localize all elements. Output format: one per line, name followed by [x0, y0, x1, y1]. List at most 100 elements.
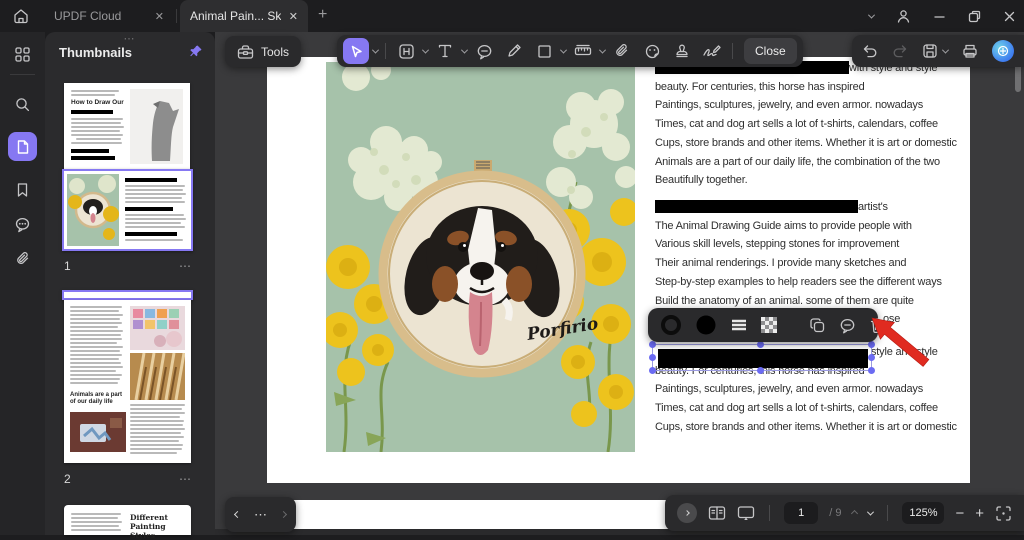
- sticker-tool-button[interactable]: [639, 38, 665, 64]
- resize-handle[interactable]: [757, 341, 764, 348]
- undo-icon[interactable]: [862, 44, 878, 58]
- prev-page-icon[interactable]: [234, 511, 241, 518]
- panel-title: Thumbnails: [59, 45, 132, 60]
- redo-icon[interactable]: [892, 44, 908, 58]
- thumbnail-page1-selected[interactable]: [62, 169, 193, 251]
- chevron-down-icon[interactable]: [599, 46, 606, 53]
- tools-label: Tools: [261, 45, 289, 59]
- ai-assistant-button[interactable]: [992, 40, 1014, 62]
- fill-color-swatch[interactable]: [695, 314, 717, 336]
- dog-sketch: [130, 89, 183, 164]
- chevron-down-icon[interactable]: [461, 46, 468, 53]
- attachment-icon[interactable]: [8, 244, 37, 273]
- sidebar-item-thumbnails[interactable]: [8, 132, 37, 161]
- close-tab-icon[interactable]: ✕: [155, 10, 164, 23]
- pin-icon[interactable]: [189, 44, 203, 59]
- chevron-down-icon[interactable]: [942, 46, 949, 53]
- close-window-button[interactable]: [1003, 10, 1016, 23]
- thumb-heading: Animals are a part of our daily life: [70, 392, 126, 406]
- page-layout-icon[interactable]: [708, 505, 726, 521]
- redaction-bar-selected[interactable]: [658, 349, 868, 368]
- annotation-format-bar: [648, 308, 878, 342]
- embroidery-photo: Porfirio: [326, 62, 635, 452]
- measure-tool-button[interactable]: [570, 38, 596, 64]
- duplicate-icon[interactable]: [809, 317, 826, 334]
- comment-icon[interactable]: [839, 317, 856, 334]
- line-thickness-button[interactable]: [730, 318, 748, 332]
- more-icon[interactable]: ⋯: [179, 472, 192, 486]
- attach-tool-button[interactable]: [609, 38, 635, 64]
- more-icon[interactable]: ⋯: [179, 259, 192, 273]
- next-page-button[interactable]: [867, 508, 874, 515]
- header-tool-button[interactable]: [393, 38, 419, 64]
- page-total: / 9: [829, 507, 841, 519]
- collapse-bar-icon[interactable]: [677, 503, 697, 523]
- shape-tool-button[interactable]: [531, 38, 557, 64]
- minimize-button[interactable]: [933, 10, 946, 23]
- thumbnail-page2-viewport[interactable]: [62, 290, 193, 300]
- resize-handle[interactable]: [649, 354, 656, 361]
- pdf-page-1: Porfirio with style and style beauty. Fo…: [267, 57, 970, 483]
- text-tool-button[interactable]: [432, 38, 458, 64]
- thumbnail-page3[interactable]: Different Painting Styles: [64, 505, 191, 535]
- selected-redaction[interactable]: [652, 344, 872, 371]
- resize-handle[interactable]: [649, 341, 656, 348]
- previous-page-button[interactable]: [851, 509, 858, 516]
- zoom-level-input[interactable]: 125%: [902, 502, 944, 524]
- new-tab-button[interactable]: +: [318, 6, 327, 24]
- chevron-down-icon[interactable]: [868, 11, 875, 18]
- bookmark-icon[interactable]: [8, 175, 37, 204]
- page-nav-bar: ⋯: [225, 497, 296, 532]
- tab-separator: [176, 9, 177, 23]
- zoom-out-button[interactable]: −: [955, 506, 964, 521]
- title-bar: UPDF Cloud ✕ Animal Pain... Skills(3)* ✕…: [0, 0, 1024, 32]
- account-icon[interactable]: [896, 9, 911, 24]
- tab-label: Animal Pain... Skills(3)*: [190, 9, 281, 23]
- fit-screen-icon[interactable]: [995, 505, 1012, 522]
- file-actions-toolbar: [852, 35, 1024, 67]
- red-pointer-arrow: [870, 316, 934, 372]
- thumbnail-page2[interactable]: Animals are a part of our daily life: [64, 300, 191, 463]
- thumb-heading: How to Draw Our: [71, 99, 124, 106]
- rail-divider: [10, 74, 35, 75]
- next-page-icon[interactable]: [280, 511, 287, 518]
- opacity-button[interactable]: [761, 317, 777, 333]
- chevron-down-icon[interactable]: [372, 46, 379, 53]
- redaction-bar[interactable]: [655, 200, 858, 213]
- document-area: Porfirio with style and style beauty. Fo…: [215, 32, 1024, 535]
- signature-tool-button[interactable]: [699, 38, 725, 64]
- more-icon[interactable]: ⋯: [254, 507, 267, 523]
- restore-button[interactable]: [968, 10, 981, 23]
- zoom-in-button[interactable]: +: [975, 506, 984, 521]
- vertical-scrollbar[interactable]: [1015, 63, 1021, 92]
- tools-button[interactable]: Tools: [225, 36, 301, 67]
- thumb-heading: Different Painting Styles: [130, 513, 186, 540]
- page-number-label: 2: [64, 472, 71, 486]
- thumbnail-page1-top[interactable]: How to Draw Our: [64, 83, 190, 170]
- left-rail: [0, 32, 45, 535]
- page-number-input[interactable]: 1: [784, 502, 818, 524]
- tab-updf-cloud[interactable]: UPDF Cloud ✕: [44, 0, 174, 32]
- resize-handle[interactable]: [757, 367, 764, 374]
- toolbox-icon: [237, 44, 254, 60]
- resize-handle[interactable]: [649, 367, 656, 374]
- close-edit-button[interactable]: Close: [744, 38, 797, 64]
- chevron-down-icon[interactable]: [560, 46, 567, 53]
- home-icon[interactable]: [12, 7, 30, 25]
- print-icon[interactable]: [962, 43, 978, 59]
- close-tab-icon[interactable]: ✕: [289, 10, 298, 23]
- pen-tool-button[interactable]: [501, 38, 527, 64]
- edit-toolbar: Close: [337, 35, 803, 67]
- save-button[interactable]: [922, 43, 948, 59]
- select-tool-button[interactable]: [343, 38, 369, 64]
- page-number-label: 1: [64, 259, 71, 273]
- tab-animal-painting[interactable]: Animal Pain... Skills(3)* ✕: [180, 0, 308, 32]
- comments-icon[interactable]: [8, 210, 37, 239]
- apps-grid-icon[interactable]: [8, 40, 37, 69]
- presentation-icon[interactable]: [737, 505, 755, 521]
- stamp-tool-button[interactable]: [669, 38, 695, 64]
- comment-tool-button[interactable]: [471, 38, 497, 64]
- chevron-down-icon[interactable]: [422, 46, 429, 53]
- stroke-color-swatch[interactable]: [660, 314, 682, 336]
- search-icon[interactable]: [8, 90, 37, 119]
